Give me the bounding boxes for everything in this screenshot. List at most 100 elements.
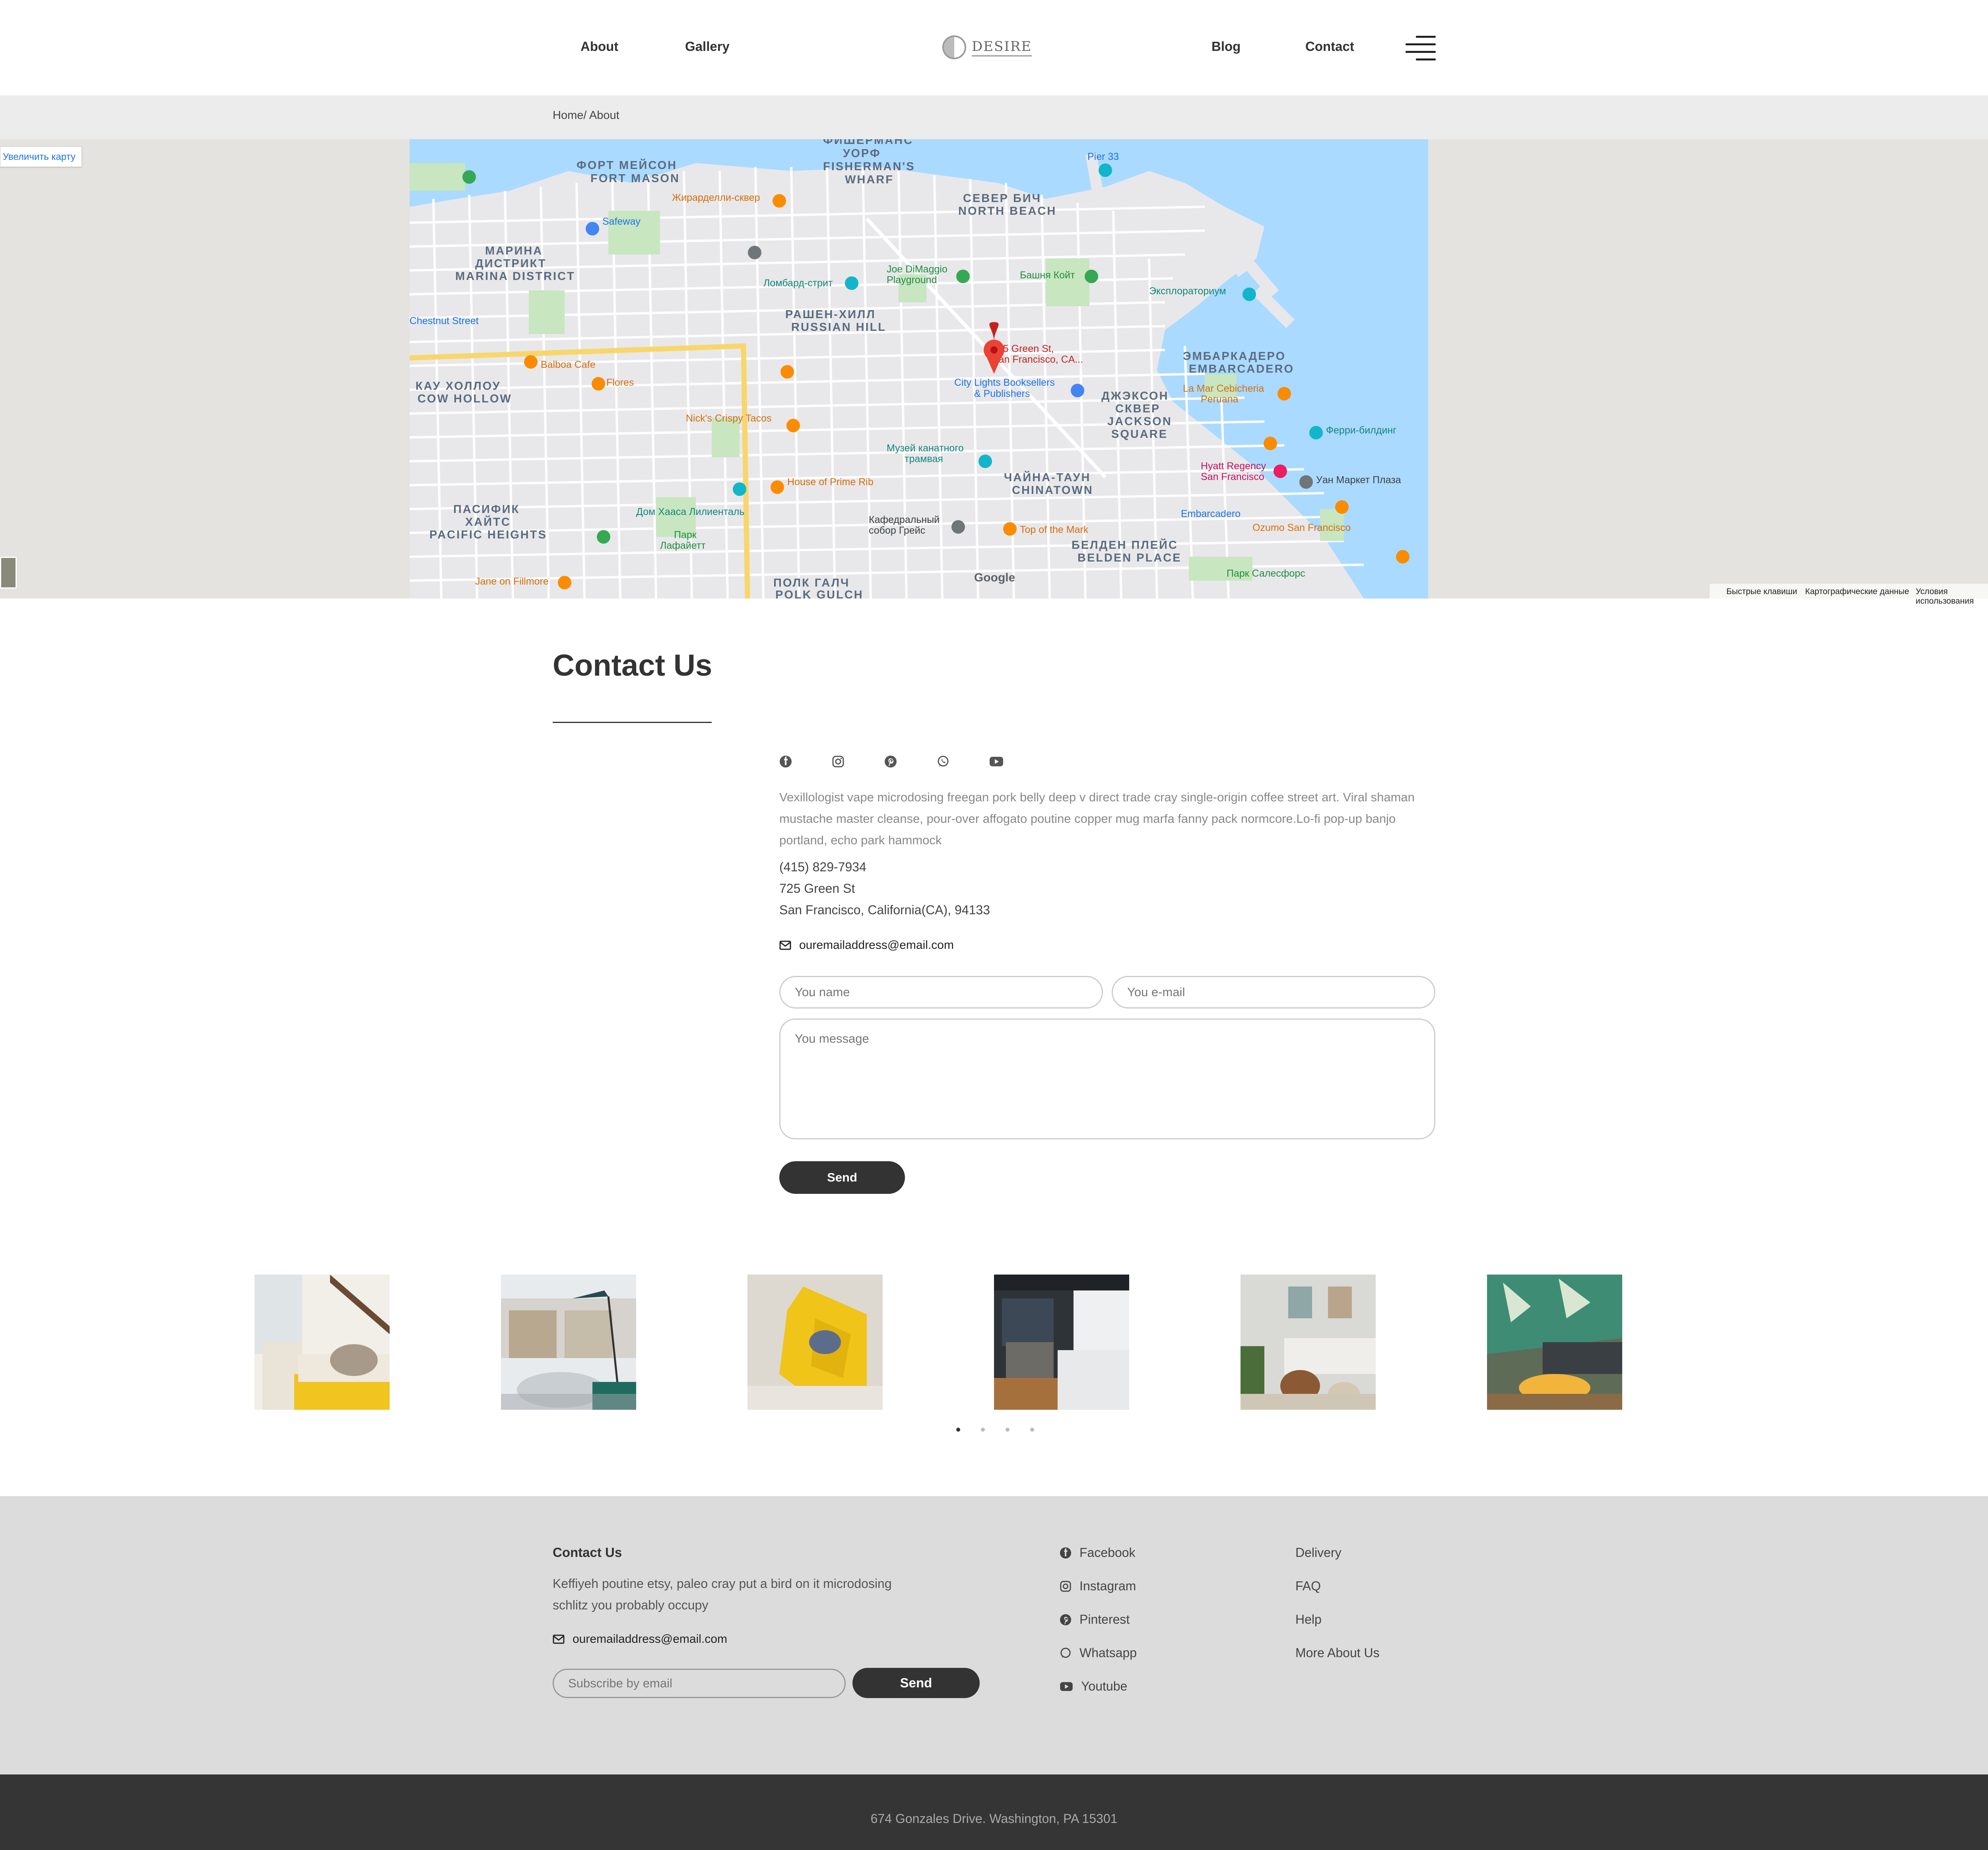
svg-text:Jane on Fillmore: Jane on Fillmore — [475, 576, 549, 587]
site-header: About Gallery DESIRE Blog Contact — [0, 0, 1988, 95]
email-input[interactable] — [1112, 976, 1435, 1009]
name-input[interactable] — [779, 976, 1103, 1009]
message-input[interactable] — [779, 1018, 1435, 1139]
logo-mark-icon — [942, 35, 966, 59]
subscribe-input[interactable] — [553, 1669, 846, 1698]
footer-social-whatsapp[interactable]: Whatsapp — [1060, 1646, 1137, 1660]
nav-about[interactable]: About — [580, 39, 618, 54]
svg-text:Башня Койт: Башня Койт — [1020, 270, 1075, 281]
footer-address: 674 Gonzales Drive. Washington, PA 15301 — [870, 1811, 1118, 1826]
svg-text:Эксплораториум: Эксплораториум — [1149, 286, 1226, 297]
nav-contact[interactable]: Contact — [1305, 39, 1354, 54]
svg-text:Nick's Crispy Tacos: Nick's Crispy Tacos — [686, 413, 771, 424]
logo-text: DESIRE — [972, 39, 1032, 56]
svg-text:FISHERMAN'S: FISHERMAN'S — [823, 160, 915, 173]
svg-text:ПАСИФИК: ПАСИФИК — [453, 503, 520, 516]
envelope-icon — [779, 941, 791, 950]
gallery-image[interactable] — [254, 1275, 390, 1410]
logo[interactable]: DESIRE — [942, 34, 1032, 60]
svg-text:ХАЙТС: ХАЙТС — [465, 515, 511, 529]
svg-text:Google: Google — [974, 571, 1015, 584]
map-shortcuts-link[interactable]: Быстрые клавиши — [1726, 587, 1797, 597]
footer-social-facebook[interactable]: Facebook — [1060, 1545, 1136, 1560]
svg-text:EMBARCADERO: EMBARCADERO — [1189, 363, 1294, 375]
svg-text:MARINA DISTRICT: MARINA DISTRICT — [455, 270, 575, 283]
footer-link-more-about-us[interactable]: More About Us — [1295, 1646, 1380, 1660]
map-canvas: ФОРТ МЕЙСОН FORT MASON ФИШЕРМАНС УОРФ FI… — [410, 139, 1428, 599]
svg-text:Кафедральный: Кафедральный — [869, 514, 940, 525]
pagination-dot[interactable] — [956, 1428, 960, 1432]
nav-blog[interactable]: Blog — [1211, 39, 1241, 54]
svg-text:Парк Салесфорс: Парк Салесфорс — [1227, 568, 1305, 579]
pagination-dot[interactable] — [981, 1428, 985, 1432]
svg-text:РАШЕН-ХИЛЛ: РАШЕН-ХИЛЛ — [785, 308, 876, 321]
svg-text:Ферри-билдинг: Ферри-билдинг — [1326, 425, 1396, 436]
envelope-icon — [553, 1634, 565, 1644]
map-satellite-thumbnail[interactable] — [0, 557, 17, 589]
send-button[interactable]: Send — [779, 1161, 905, 1194]
gallery-image[interactable] — [501, 1275, 636, 1410]
phone-number: (415) 829-7934 — [779, 860, 866, 874]
footer-social-pinterest[interactable]: Pinterest — [1060, 1612, 1130, 1627]
svg-text:трамвая: трамвая — [905, 453, 943, 464]
svg-text:Balboa Cafe: Balboa Cafe — [541, 359, 596, 370]
gallery-image[interactable] — [994, 1275, 1129, 1410]
svg-text:COW HOLLOW: COW HOLLOW — [417, 393, 512, 405]
gallery-image[interactable] — [1241, 1275, 1376, 1410]
svg-text:JACKSON: JACKSON — [1107, 415, 1172, 428]
footer-link-help[interactable]: Help — [1295, 1612, 1322, 1627]
svg-text:СЕВЕР БИЧ: СЕВЕР БИЧ — [963, 192, 1041, 205]
pagination-dot[interactable] — [1006, 1428, 1010, 1432]
breadcrumb[interactable]: Home/ About — [553, 109, 619, 122]
svg-text:Дом Хааса Лилиенталь: Дом Хааса Лилиенталь — [636, 506, 744, 517]
contact-email-row: ouremailaddress@email.com — [779, 939, 954, 952]
footer-social-label: Youtube — [1081, 1679, 1128, 1693]
instagram-icon[interactable] — [832, 754, 884, 770]
svg-text:CHINATOWN: CHINATOWN — [1012, 484, 1093, 497]
svg-text:Парк: Парк — [674, 529, 697, 540]
pinterest-icon[interactable] — [884, 754, 937, 770]
svg-text:Ozumo San Francisco: Ozumo San Francisco — [1252, 522, 1351, 533]
svg-text:Embarcadero: Embarcadero — [1181, 508, 1241, 519]
svg-text:КАУ ХОЛЛОУ: КАУ ХОЛЛОУ — [415, 380, 501, 393]
svg-text:Pier 33: Pier 33 — [1087, 151, 1119, 162]
contact-title: Contact Us — [553, 649, 712, 682]
footer-title: Contact Us — [553, 1545, 622, 1560]
whatsapp-icon[interactable] — [937, 754, 989, 770]
footer-social-label: Whatsapp — [1079, 1646, 1137, 1660]
street-address: 725 Green St — [779, 881, 855, 896]
enlarge-map-button[interactable]: Увеличить карту — [0, 146, 82, 167]
footer-email-row: ouremailaddress@email.com — [553, 1632, 727, 1646]
youtube-icon[interactable] — [989, 754, 1042, 770]
gallery-image[interactable] — [747, 1275, 883, 1410]
gallery-image[interactable] — [1487, 1275, 1622, 1410]
footer-social-label: Instagram — [1079, 1579, 1136, 1593]
footer-social-youtube[interactable]: Youtube — [1060, 1679, 1127, 1694]
map-terms-link[interactable]: Условия использования — [1916, 587, 1988, 606]
svg-text:СКВЕР: СКВЕР — [1115, 402, 1160, 415]
svg-text:ДИСТРИКТ: ДИСТРИКТ — [475, 257, 547, 270]
svg-text:ЧАЙНА-ТАУН: ЧАЙНА-ТАУН — [1004, 470, 1091, 484]
svg-text:& Publishers: & Publishers — [974, 388, 1030, 399]
footer-link-delivery[interactable]: Delivery — [1295, 1545, 1342, 1560]
svg-text:House of Prime Rib: House of Prime Rib — [787, 476, 874, 488]
city-address: San Francisco, California(CA), 94133 — [779, 903, 990, 917]
svg-text:PACIFIC HEIGHTS: PACIFIC HEIGHTS — [429, 529, 547, 541]
contact-email[interactable]: ouremailaddress@email.com — [799, 939, 954, 952]
youtube-icon — [1060, 1682, 1073, 1691]
menu-icon[interactable] — [1406, 36, 1436, 60]
footer-link-faq[interactable]: FAQ — [1295, 1579, 1321, 1593]
whatsapp-icon — [1060, 1647, 1071, 1658]
svg-text:ФИШЕРМАНС: ФИШЕРМАНС — [823, 139, 913, 147]
map-data-link[interactable]: Картографические данные — [1805, 587, 1909, 597]
pagination-dot[interactable] — [1030, 1428, 1034, 1432]
footer-email[interactable]: ouremailaddress@email.com — [573, 1632, 727, 1646]
gallery-pagination — [956, 1428, 1034, 1432]
facebook-icon[interactable] — [779, 754, 832, 770]
svg-text:SQUARE: SQUARE — [1111, 428, 1168, 441]
footer-social-label: Pinterest — [1079, 1612, 1130, 1627]
footer-social-instagram[interactable]: Instagram — [1060, 1579, 1136, 1593]
subscribe-send-button[interactable]: Send — [852, 1668, 980, 1698]
map[interactable]: ФОРТ МЕЙСОН FORT MASON ФИШЕРМАНС УОРФ FI… — [410, 139, 1428, 599]
nav-gallery[interactable]: Gallery — [685, 39, 730, 54]
